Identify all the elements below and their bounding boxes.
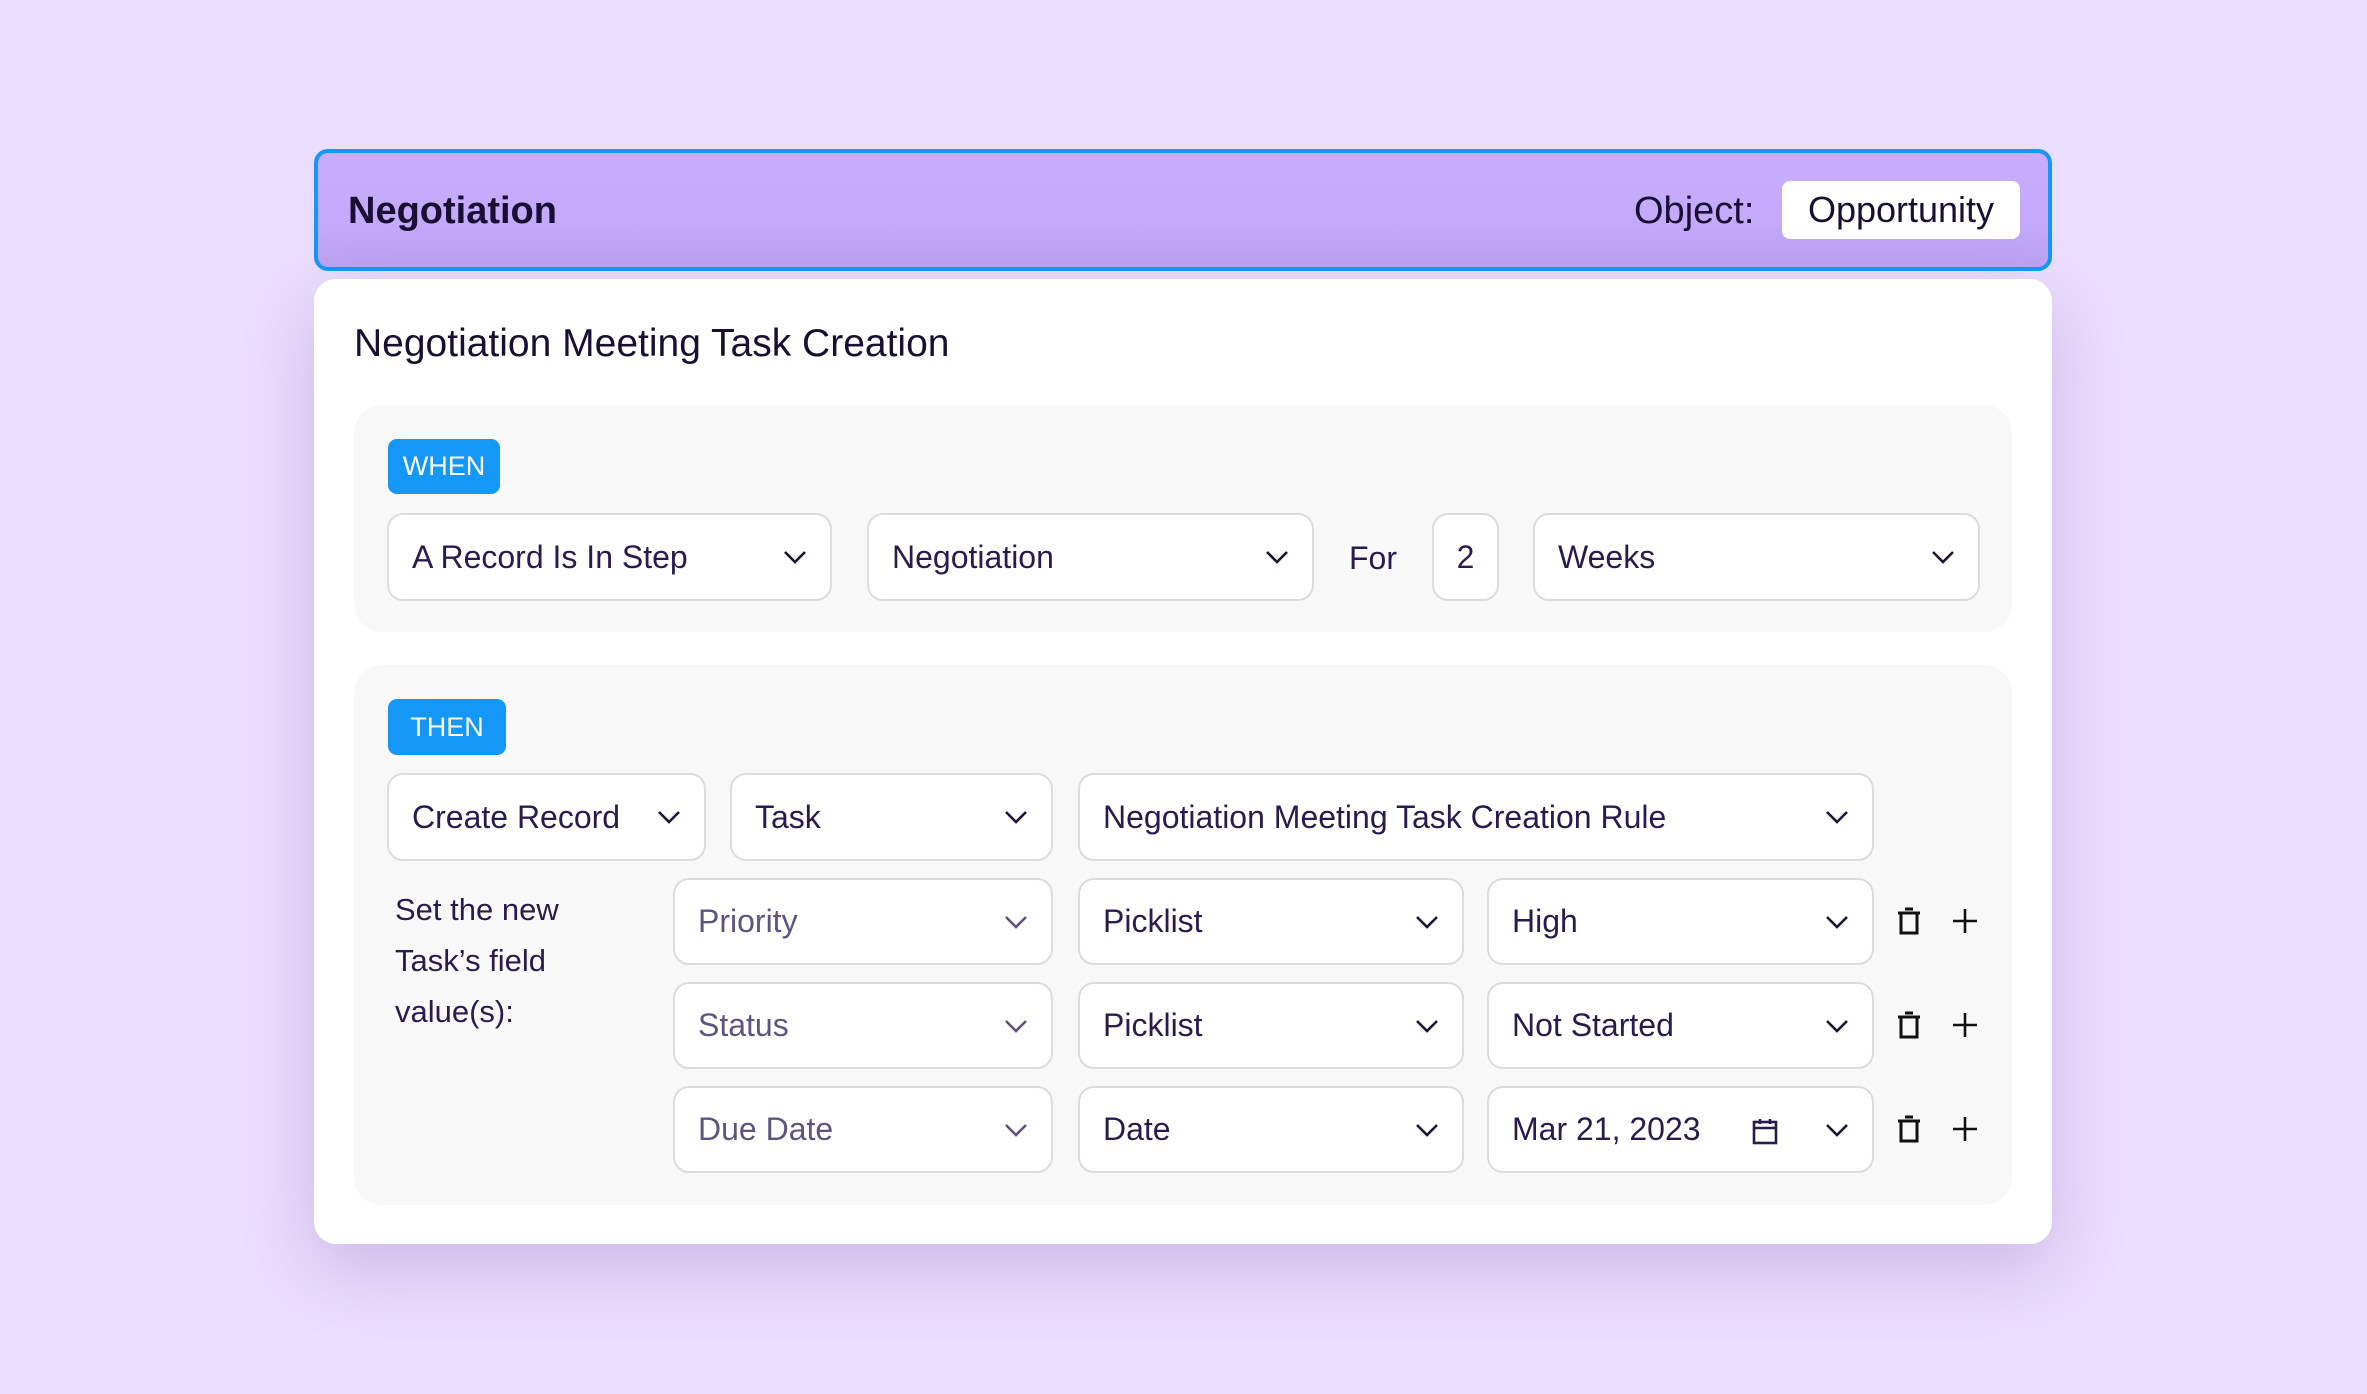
trigger-select[interactable]: A Record Is In Step	[387, 513, 832, 601]
object-select-value: Task	[755, 798, 821, 835]
value-select-value: High	[1512, 903, 1578, 939]
rule-title: Negotiation Meeting Task Creation	[354, 322, 950, 365]
for-label: For	[1349, 540, 1397, 576]
chevron-down-icon	[656, 809, 682, 825]
date-picker-due-date[interactable]: Mar 21, 2023	[1487, 1086, 1874, 1173]
trash-icon[interactable]	[1894, 1114, 1924, 1144]
chevron-down-icon	[1930, 549, 1956, 565]
trash-icon[interactable]	[1894, 906, 1924, 936]
chevron-down-icon	[1414, 1018, 1440, 1034]
field-select-value: Status	[698, 1007, 789, 1043]
rule-select[interactable]: Negotiation Meeting Task Creation Rule	[1078, 773, 1874, 861]
value-select-priority[interactable]: High	[1487, 878, 1874, 965]
type-select-value: Picklist	[1103, 1007, 1203, 1043]
chevron-down-icon	[1003, 809, 1029, 825]
stage-title: Negotiation	[348, 190, 557, 232]
step-select-value: Negotiation	[892, 538, 1054, 575]
plus-icon[interactable]	[1950, 1010, 1980, 1040]
field-values-label-line: value(s):	[395, 994, 514, 1029]
chevron-down-icon	[1824, 1018, 1850, 1034]
object-label: Object:	[1634, 190, 1755, 232]
when-badge: WHEN	[388, 439, 500, 494]
value-select-status[interactable]: Not Started	[1487, 982, 1874, 1069]
type-select-value: Date	[1103, 1111, 1171, 1147]
type-select-due-date[interactable]: Date	[1078, 1086, 1464, 1173]
trigger-select-value: A Record Is In Step	[412, 538, 688, 575]
calendar-icon[interactable]	[1752, 1116, 1778, 1145]
object-value-pill[interactable]: Opportunity	[1782, 181, 2020, 239]
chevron-down-icon	[1003, 1018, 1029, 1034]
step-select[interactable]: Negotiation	[867, 513, 1314, 601]
field-values-label-line: Task’s field	[395, 943, 547, 978]
chevron-down-icon	[1264, 549, 1290, 565]
field-values-label-line: Set the new	[395, 892, 559, 927]
chevron-down-icon	[1824, 1122, 1850, 1138]
value-select-value: Not Started	[1512, 1007, 1674, 1043]
field-select-value: Priority	[698, 903, 798, 939]
type-select-priority[interactable]: Picklist	[1078, 878, 1464, 965]
rule-select-value: Negotiation Meeting Task Creation Rule	[1103, 798, 1667, 835]
field-values-label: Set the new Task’s field value(s):	[395, 884, 559, 1037]
date-value: Mar 21, 2023	[1512, 1111, 1701, 1147]
action-select[interactable]: Create Record	[387, 773, 706, 861]
action-select-value: Create Record	[412, 798, 621, 835]
chevron-down-icon	[1824, 914, 1850, 930]
chevron-down-icon	[1003, 1122, 1029, 1138]
chevron-down-icon	[1824, 809, 1850, 825]
plus-icon[interactable]	[1950, 906, 1980, 936]
trash-icon[interactable]	[1894, 1010, 1924, 1040]
object-select[interactable]: Task	[730, 773, 1053, 861]
plus-icon[interactable]	[1950, 1114, 1980, 1144]
field-select-value: Due Date	[698, 1111, 834, 1147]
chevron-down-icon	[1003, 914, 1029, 930]
then-badge: THEN	[388, 699, 506, 755]
chevron-down-icon	[1414, 1122, 1440, 1138]
chevron-down-icon	[782, 549, 808, 565]
type-select-status[interactable]: Picklist	[1078, 982, 1464, 1069]
chevron-down-icon	[1414, 914, 1440, 930]
duration-input[interactable]: 2	[1432, 513, 1499, 601]
type-select-value: Picklist	[1103, 903, 1203, 939]
field-select-priority[interactable]: Priority	[673, 878, 1053, 965]
unit-select-value: Weeks	[1558, 538, 1656, 575]
unit-select[interactable]: Weeks	[1533, 513, 1980, 601]
field-select-status[interactable]: Status	[673, 982, 1053, 1069]
field-select-due-date[interactable]: Due Date	[673, 1086, 1053, 1173]
